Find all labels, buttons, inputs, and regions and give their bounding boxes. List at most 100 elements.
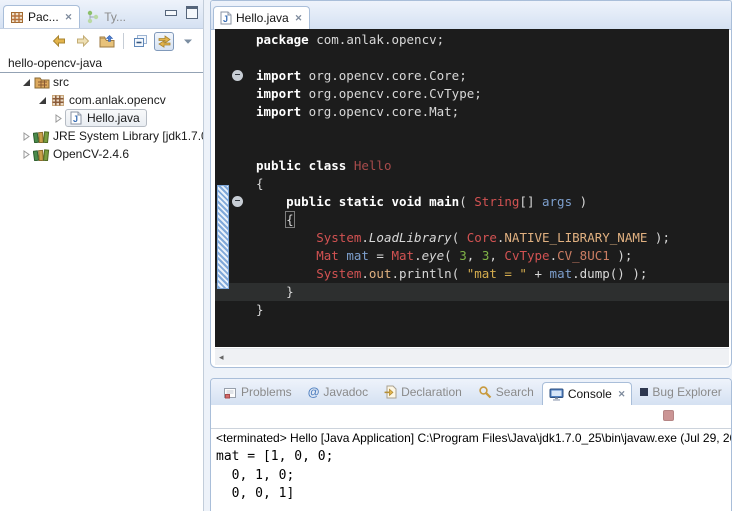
- code-line[interactable]: System.out.println( "mat = " + mat.dump(…: [256, 265, 729, 283]
- back-arrow-icon: [51, 34, 67, 48]
- code-line[interactable]: import org.opencv.core.CvType;: [256, 85, 729, 103]
- console-view-stack: Problems@JavadocDeclaration Search Console…: [210, 378, 732, 511]
- collapse-all-button[interactable]: [130, 32, 150, 51]
- maximize-icon[interactable]: [186, 6, 198, 19]
- editor-tabbar: J Hello.java ✕: [211, 1, 731, 30]
- view-tab-search[interactable]: Search: [470, 385, 542, 399]
- console-process-title: <terminated> Hello [Java Application] C:…: [216, 431, 731, 448]
- tree-item-label: src: [50, 75, 72, 89]
- tab-label: Javadoc: [323, 385, 368, 399]
- fold-collapse-icon[interactable]: –: [232, 70, 243, 81]
- view-tab-console[interactable]: Console ✕: [542, 382, 633, 405]
- code-line[interactable]: [256, 121, 729, 139]
- search-icon: [478, 385, 492, 399]
- project-root-label[interactable]: hello-opencv-java: [0, 54, 203, 73]
- code-editor[interactable]: – – package com.anlak.opencv; import org.o…: [215, 29, 729, 347]
- bug-icon: [640, 388, 648, 396]
- tab-label: Console: [568, 387, 612, 401]
- declaration-icon: [384, 385, 397, 399]
- view-tab-declaration[interactable]: Declaration: [376, 385, 470, 399]
- tree-item-label: OpenCV-2.4.6: [50, 147, 132, 161]
- tab-label: Bug Explorer: [652, 385, 721, 399]
- horizontal-scrollbar[interactable]: ◂: [215, 348, 729, 365]
- up-folder-button[interactable]: [97, 32, 117, 51]
- scroll-left-icon[interactable]: ◂: [215, 352, 224, 363]
- close-icon[interactable]: ✕: [618, 389, 626, 400]
- code-line[interactable]: {: [256, 211, 729, 229]
- forward-arrow-icon: [75, 34, 91, 48]
- tree-item-jre-system-library-jdk1-7-0[interactable]: JRE System Library [jdk1.7.0: [0, 127, 203, 145]
- tree-item-label: JRE System Library [jdk1.7.0: [50, 129, 203, 143]
- tree-item-src[interactable]: src: [0, 73, 203, 91]
- link-with-editor-icon: [157, 35, 172, 48]
- range-indicator: [217, 185, 229, 289]
- package-folder-icon: [33, 76, 50, 89]
- problems-icon: [223, 386, 237, 399]
- code-line[interactable]: import org.opencv.core.Core;: [256, 67, 729, 85]
- code-line[interactable]: [256, 49, 729, 67]
- expanded-arrow-icon[interactable]: [36, 96, 49, 105]
- tab-hello-java[interactable]: J Hello.java ✕: [213, 6, 310, 29]
- collapse-all-icon: [133, 34, 148, 48]
- fold-collapse-icon[interactable]: –: [232, 196, 243, 207]
- code-line-current[interactable]: }: [215, 283, 729, 301]
- tree-item-label: com.anlak.opencv: [66, 93, 169, 107]
- tab-label: Ty...: [104, 10, 126, 24]
- tab-label: Search: [496, 385, 534, 399]
- code-line[interactable]: }: [256, 301, 729, 319]
- view-tab-ty[interactable]: Ty...: [80, 6, 133, 28]
- svg-text:J: J: [73, 114, 78, 124]
- code-line[interactable]: [256, 139, 729, 157]
- svg-text:J: J: [223, 14, 228, 24]
- code-line[interactable]: System.LoadLibrary( Core.NATIVE_LIBRARY_…: [256, 229, 729, 247]
- code-area[interactable]: package com.anlak.opencv; import org.open…: [215, 31, 729, 319]
- selected-item-box: J Hello.java: [65, 109, 147, 127]
- code-line[interactable]: public static void main( String[] args ): [256, 193, 729, 211]
- java-file-icon: J: [220, 11, 232, 25]
- console-output-line: 0, 0, 1]: [216, 485, 731, 504]
- back-arrow-button[interactable]: [49, 32, 69, 51]
- collapsed-arrow-icon[interactable]: [52, 114, 65, 123]
- code-line[interactable]: Mat mat = Mat.eye( 3, 3, CvType.CV_8UC1 …: [256, 247, 729, 265]
- close-icon[interactable]: ✕: [295, 13, 303, 24]
- view-tab-javadoc[interactable]: @Javadoc: [300, 385, 376, 399]
- code-line[interactable]: import org.opencv.core.Mat;: [256, 103, 729, 121]
- view-tab-problems[interactable]: Problems: [215, 385, 300, 399]
- minimize-icon[interactable]: [165, 10, 177, 16]
- collapsed-arrow-icon[interactable]: [20, 132, 33, 141]
- tree-item-label: Hello.java: [84, 111, 143, 125]
- expanded-arrow-icon[interactable]: [20, 78, 33, 87]
- tree-item-com-anlak-opencv[interactable]: com.anlak.opencv: [0, 91, 203, 109]
- eclipse-workbench: Pac...✕ Ty... hello-opencv-java src com.an…: [0, 0, 732, 511]
- close-icon[interactable]: ✕: [65, 12, 73, 23]
- link-with-editor-button[interactable]: [154, 32, 174, 51]
- up-folder-icon: [99, 34, 115, 48]
- console-icon: [549, 388, 564, 401]
- collapsed-arrow-icon[interactable]: [20, 150, 33, 159]
- view-menu-button[interactable]: [178, 32, 198, 51]
- toolbar-separator: [123, 33, 124, 49]
- project-tree: src com.anlak.opencv J Hello.java JRE System…: [0, 73, 203, 163]
- java-file-icon: J: [67, 111, 84, 125]
- view-tab-pac[interactable]: Pac...✕: [3, 5, 80, 28]
- tree-item-opencv-2-4-6[interactable]: OpenCV-2.4.6: [0, 145, 203, 163]
- view-window-buttons: [165, 6, 198, 19]
- forward-arrow-button[interactable]: [73, 32, 93, 51]
- library-icon: [33, 148, 50, 161]
- package-explorer-panel: Pac...✕ Ty... hello-opencv-java src com.an…: [0, 0, 204, 511]
- console-output: mat = [1, 0, 0; 0, 1, 0; 0, 0, 1]: [216, 448, 731, 504]
- code-line[interactable]: {: [256, 175, 729, 193]
- view-menu-icon: [183, 38, 193, 45]
- library-icon: [33, 130, 50, 143]
- code-line[interactable]: public class Hello: [256, 157, 729, 175]
- editor-stack: J Hello.java ✕ – – package com.anlak.open…: [210, 0, 732, 368]
- editor-tab-label: Hello.java: [236, 11, 289, 25]
- view-tab-bug-explorer[interactable]: Bug Explorer: [632, 385, 729, 399]
- tree-item-hello-java[interactable]: J Hello.java: [0, 109, 203, 127]
- console-toolbar: [211, 405, 731, 429]
- type-hierarchy-icon: [86, 10, 100, 24]
- left-panel-tabbar: Pac...✕ Ty...: [0, 0, 203, 29]
- package-icon: [49, 94, 66, 107]
- code-line[interactable]: package com.anlak.opencv;: [256, 31, 729, 49]
- terminate-icon[interactable]: [663, 410, 674, 421]
